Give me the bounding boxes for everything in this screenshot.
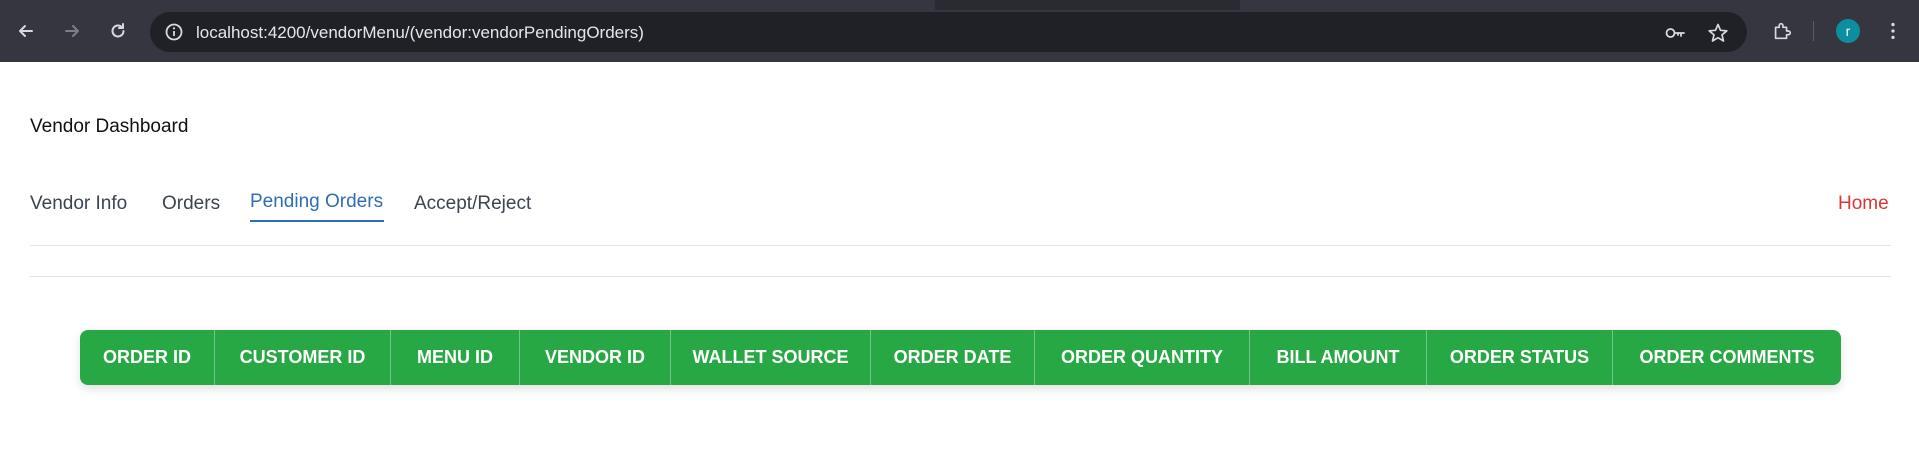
nav-accept-reject[interactable]: Accept/Reject xyxy=(414,193,531,215)
divider xyxy=(30,245,1891,246)
column-header-menu-id: MENU ID xyxy=(391,330,520,385)
puzzle-icon xyxy=(1774,22,1792,40)
column-header-bill-amount: BILL AMOUNT xyxy=(1250,330,1427,385)
tab-edge xyxy=(0,0,935,10)
nav-vendor-info[interactable]: Vendor Info xyxy=(30,193,127,215)
tab-strip xyxy=(0,0,1919,10)
home-link[interactable]: Home xyxy=(1838,193,1889,215)
column-header-order-date: ORDER DATE xyxy=(871,330,1035,385)
divider xyxy=(30,276,1891,277)
site-info-icon[interactable] xyxy=(164,22,184,42)
column-header-order-status: ORDER STATUS xyxy=(1427,330,1613,385)
kebab-menu-icon xyxy=(1891,22,1895,40)
url-text[interactable]: localhost:4200/vendorMenu/(vendor:vendor… xyxy=(196,23,644,43)
reload-button[interactable] xyxy=(104,17,132,45)
address-bar[interactable]: localhost:4200/vendorMenu/(vendor:vendor… xyxy=(150,12,1747,52)
column-header-wallet-source: WALLET SOURCE xyxy=(671,330,871,385)
column-header-vendor-id: VENDOR ID xyxy=(520,330,671,385)
profile-avatar[interactable]: r xyxy=(1836,19,1860,43)
key-icon[interactable] xyxy=(1664,22,1686,44)
browser-toolbar: localhost:4200/vendorMenu/(vendor:vendor… xyxy=(0,0,1919,62)
nav-orders[interactable]: Orders xyxy=(162,193,220,215)
forward-button[interactable] xyxy=(58,17,86,45)
extensions-button[interactable] xyxy=(1770,19,1794,43)
nav-pending-orders[interactable]: Pending Orders xyxy=(250,191,383,213)
column-header-customer-id: CUSTOMER ID xyxy=(215,330,391,385)
browser-menu-button[interactable] xyxy=(1881,19,1905,43)
forward-arrow-icon xyxy=(65,25,79,37)
bookmark-star-icon[interactable] xyxy=(1707,22,1729,44)
column-header-order-quantity: ORDER QUANTITY xyxy=(1035,330,1250,385)
pending-orders-table-header: ORDER ID CUSTOMER ID MENU ID VENDOR ID W… xyxy=(80,330,1841,385)
toolbar-divider xyxy=(1813,21,1814,41)
back-button[interactable] xyxy=(12,17,40,45)
active-tab-indicator xyxy=(250,220,384,222)
reload-icon xyxy=(111,23,125,38)
back-arrow-icon xyxy=(19,25,33,37)
column-header-order-comments: ORDER COMMENTS xyxy=(1639,347,1815,367)
page-title: Vendor Dashboard xyxy=(30,116,189,137)
tab-edge xyxy=(1240,0,1919,10)
column-header-order-id: ORDER ID xyxy=(80,330,215,385)
